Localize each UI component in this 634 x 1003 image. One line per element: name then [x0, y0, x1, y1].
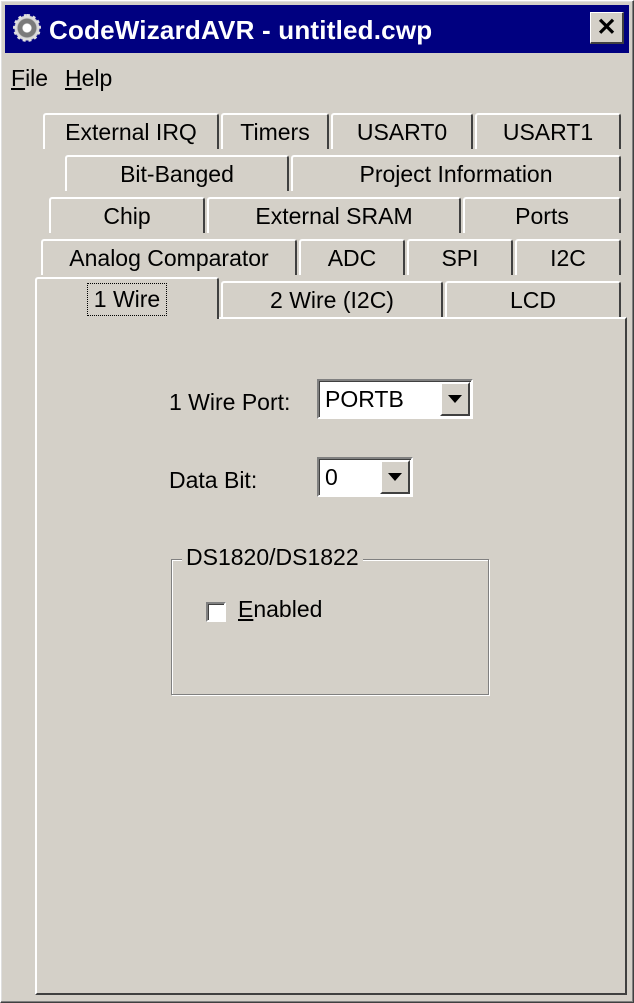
tab-1-wire[interactable]: 1 Wire	[35, 277, 219, 319]
port-label: 1 Wire Port:	[169, 389, 291, 415]
menu-file-label: ile	[25, 65, 49, 91]
codewizard-window: CodeWizardAVR - untitled.cwp ✕ File Help…	[0, 0, 634, 1003]
triangle-down-icon	[448, 395, 462, 403]
menu-help[interactable]: Help	[65, 65, 112, 92]
data-bit-dropdown-button[interactable]	[380, 460, 410, 494]
tab-panel-1-wire: 1 Wire Port: PORTB Data Bit: 0 DS1820/DS…	[35, 317, 627, 995]
enabled-label-text: nabled	[253, 596, 323, 622]
tab-label: USART1	[502, 118, 594, 145]
enabled-checkbox[interactable]	[206, 602, 226, 622]
menu-help-accel: H	[65, 65, 82, 91]
tab-analog-comparator[interactable]: Analog Comparator	[41, 239, 297, 275]
tab-2-wire-i2c[interactable]: 2 Wire (I2C)	[221, 281, 443, 317]
tab-bit-banged[interactable]: Bit-Banged	[65, 155, 289, 191]
data-bit-label: Data Bit:	[169, 467, 258, 493]
port-select[interactable]: PORTB	[317, 379, 473, 419]
tab-ports[interactable]: Ports	[463, 197, 621, 233]
tab-external-irq[interactable]: External IRQ	[43, 113, 219, 149]
tab-label: Analog Comparator	[69, 244, 269, 271]
gear-icon	[13, 14, 41, 42]
tab-spi[interactable]: SPI	[407, 239, 513, 275]
data-bit-select[interactable]: 0	[317, 457, 413, 497]
tab-lcd[interactable]: LCD	[445, 281, 621, 317]
tab-external-sram[interactable]: External SRAM	[207, 197, 461, 233]
ds1820-groupbox: DS1820/DS1822 Enabled	[171, 544, 489, 695]
menu-file-accel: F	[11, 65, 26, 91]
tab-label: Bit-Banged	[120, 160, 234, 187]
tab-label: 2 Wire (I2C)	[270, 286, 394, 313]
enabled-label[interactable]: Enabled	[238, 596, 322, 623]
tab-label: I2C	[550, 244, 586, 271]
close-icon: ✕	[596, 14, 617, 41]
enabled-accel: E	[238, 596, 254, 622]
data-bit-value: 0	[325, 464, 338, 490]
tab-timers[interactable]: Timers	[221, 113, 329, 149]
triangle-down-icon	[388, 473, 402, 481]
tab-label: Project Information	[359, 160, 553, 187]
tab-label: Chip	[103, 202, 151, 229]
tab-label: Timers	[240, 118, 310, 145]
tab-label: LCD	[509, 286, 556, 313]
tab-usart0[interactable]: USART0	[331, 113, 473, 149]
close-button[interactable]: ✕	[590, 12, 624, 44]
port-value: PORTB	[325, 386, 404, 412]
tab-label: External IRQ	[65, 118, 197, 145]
tab-chip[interactable]: Chip	[49, 197, 205, 233]
title-bar[interactable]: CodeWizardAVR - untitled.cwp ✕	[5, 5, 629, 53]
menu-bar: File Help	[5, 59, 629, 95]
tab-i2c[interactable]: I2C	[515, 239, 621, 275]
tab-usart1[interactable]: USART1	[475, 113, 621, 149]
window-title: CodeWizardAVR - untitled.cwp	[49, 15, 433, 45]
tab-adc[interactable]: ADC	[299, 239, 405, 275]
port-dropdown-button[interactable]	[440, 382, 470, 416]
menu-file[interactable]: File	[11, 65, 48, 92]
menu-help-label: elp	[81, 65, 113, 91]
tab-label: SPI	[441, 244, 479, 271]
group-title: DS1820/DS1822	[182, 544, 363, 571]
tab-label: ADC	[327, 244, 377, 271]
tab-project-information[interactable]: Project Information	[291, 155, 621, 191]
tab-label: Ports	[515, 202, 569, 229]
tab-label: USART0	[356, 118, 448, 145]
tab-label: External SRAM	[255, 202, 413, 229]
tab-label: 1 Wire	[86, 282, 168, 316]
